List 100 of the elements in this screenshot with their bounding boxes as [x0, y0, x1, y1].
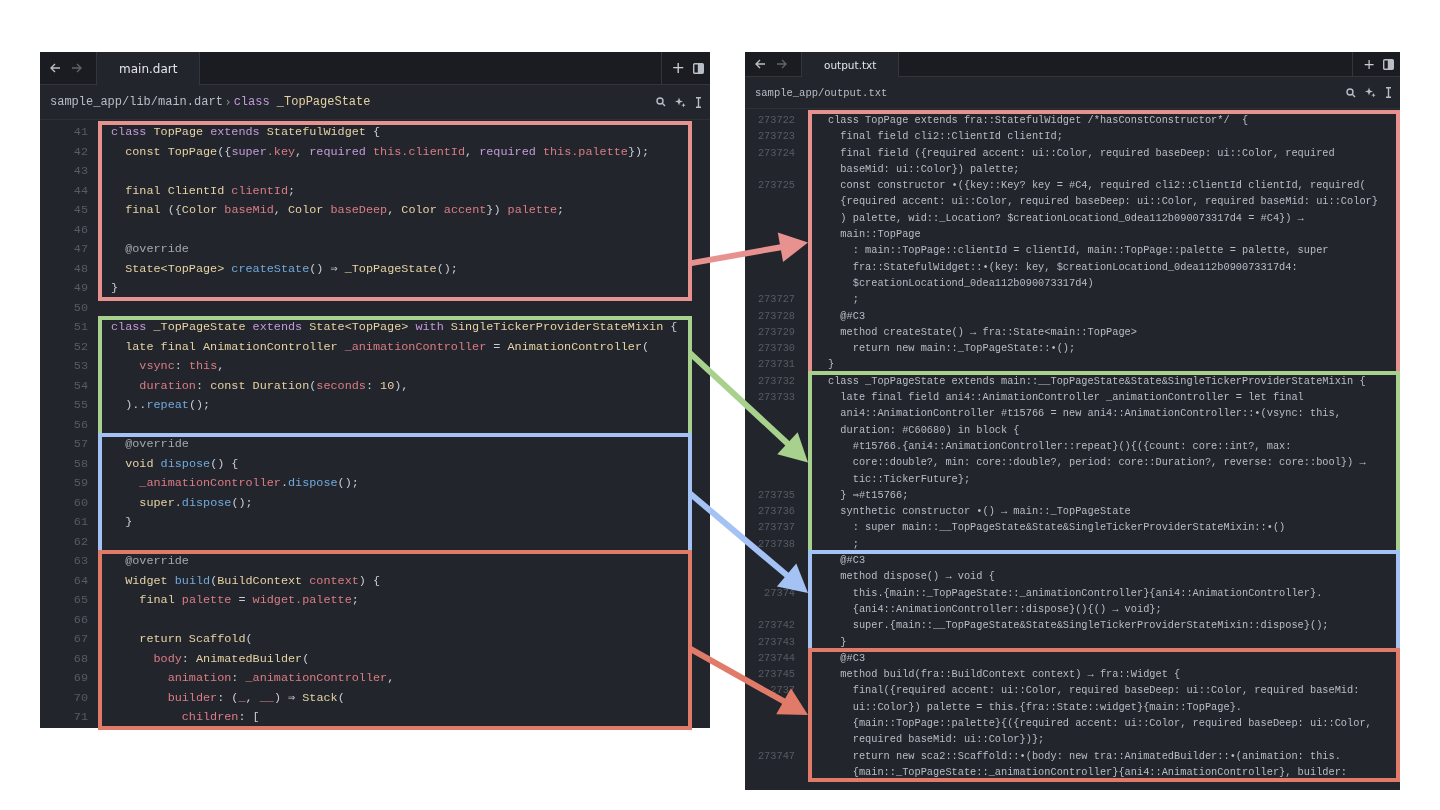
file-tab[interactable]: output.txt: [801, 52, 900, 77]
file-tab[interactable]: main.dart: [96, 52, 201, 85]
line-number: 42: [73, 143, 88, 161]
code-line: {main::_TopPageState::_animationController}{ani4::AnimationController}, builder:: [851, 764, 1349, 780]
code-line: ui::Color}) palette = this.{fra::State::widget}{main::TopPage}.: [851, 699, 1243, 715]
line-number: 273725: [757, 178, 795, 194]
forward-arrow-icon[interactable]: [71, 63, 82, 73]
code-line: method dispose() → void {: [839, 569, 996, 585]
line-number: 44: [73, 182, 88, 200]
line-number: 63: [73, 553, 88, 570]
code-line: body: AnimatedBuilder(: [152, 650, 311, 668]
line-number: 273729: [757, 324, 795, 340]
line-number: 273738: [757, 536, 795, 552]
line-number: 273724: [757, 145, 795, 161]
code-line: }: [828, 357, 836, 373]
line-number: 273730: [757, 341, 795, 357]
code-line: method createState() → fra::State<main::TopPage>: [839, 324, 1138, 340]
code-line: animation: _animationController,: [166, 670, 396, 687]
line-number: 53: [73, 358, 88, 375]
line-number: 52: [73, 338, 88, 356]
code-line: super.dispose();: [138, 494, 254, 512]
code-line: synthetic constructor •() → main::_TopPageState: [839, 504, 1132, 520]
line-number: 273733: [757, 390, 795, 406]
line-number: 27374: [764, 585, 795, 601]
text-cursor-icon[interactable]: [695, 96, 702, 108]
code-line: final field cli2::ClientId clientId;: [839, 129, 1064, 145]
line-number: 64: [73, 572, 88, 590]
code-line: @override: [124, 241, 190, 258]
breadcrumb-path[interactable]: sample_app/output.txt: [755, 86, 888, 99]
code-line: } ⇒#t15766;: [839, 487, 910, 503]
code-line: class TopPage extends StatefulWidget {: [111, 124, 382, 141]
code-line: fra::StatefulWidget::•(key: key, $creationLocationd_0dea112b090073317d4:: [851, 259, 1299, 275]
code-line: ;: [851, 536, 860, 552]
code-line: @#C3: [839, 308, 867, 324]
line-number: 60: [73, 494, 88, 512]
forward-arrow-icon[interactable]: [776, 59, 787, 69]
code-line: method build(fra::BuildContext context) → fra::Widget {: [839, 667, 1182, 683]
code-line: return Scaffold(: [138, 631, 254, 648]
line-number: 65: [73, 592, 88, 609]
code-line: void dispose() {: [124, 455, 240, 473]
new-tab-button[interactable]: +: [671, 60, 685, 76]
line-number: 273735: [757, 487, 795, 503]
code-line: final ClientId clientId;: [124, 182, 297, 200]
code-line: this.{main::_TopPageState::_animationController}{ani4::AnimationController}.: [851, 585, 1324, 601]
line-number: 58: [73, 455, 88, 473]
line-number: 46: [73, 221, 88, 239]
code-line: : main::TopPage::clientId = clientId, main::TopPage::palette = palette, super: [851, 243, 1330, 259]
code-line: class _TopPageState extends State<TopPage> with SingleTickerProviderStateMixin {: [111, 319, 679, 336]
new-tab-button[interactable]: +: [1363, 57, 1375, 71]
line-number: 59: [73, 475, 88, 492]
breadcrumb-separator: ›: [224, 95, 232, 109]
sparkle-icon[interactable]: [1365, 87, 1376, 98]
line-number: 48: [73, 260, 88, 278]
line-number: 273742: [757, 618, 795, 634]
code-line: ani4::AnimationController #t15766 = new ani4::AnimationController::•(vsync: this,: [839, 406, 1342, 422]
line-number: 43: [73, 163, 88, 180]
back-arrow-icon[interactable]: [755, 59, 766, 69]
code-line: const TopPage({super.key, required this.clientId, required this.palette});: [124, 143, 651, 161]
line-number: 55: [73, 397, 88, 414]
line-number: 273745: [757, 667, 795, 683]
split-view-icon[interactable]: [693, 62, 704, 74]
search-icon[interactable]: [1346, 87, 1356, 98]
back-arrow-icon[interactable]: [50, 63, 61, 73]
code-line: class _TopPageState extends main::__TopPageState&State&SingleTickerProviderStateMixin {: [828, 373, 1367, 389]
code-line: @#C3: [839, 553, 867, 568]
line-number: 61: [73, 514, 88, 531]
code-line: : super main::__TopPageState&State&SingleTickerProviderStateMixin::•(): [851, 520, 1287, 536]
code-line: $creationLocationd_0dea112b090073317d4): [851, 275, 1095, 291]
line-number: 273744: [757, 650, 795, 666]
line-number: 54: [73, 377, 88, 395]
code-line: @#C3: [839, 650, 867, 666]
line-number: 273727: [757, 292, 795, 308]
line-number: 273736: [757, 504, 795, 520]
code-line: late final AnimationController _animationController = AnimationController(: [124, 338, 651, 356]
split-view-icon[interactable]: [1383, 58, 1394, 70]
code-line: )..repeat();: [124, 397, 212, 414]
code-line: children: [: [180, 709, 261, 726]
line-number: 273737: [757, 520, 795, 536]
line-number: 56: [73, 416, 88, 434]
code-line: final({required accent: ui::Color, required baseDeep: ui::Color, required baseMid:: [851, 683, 1361, 699]
code-line: core::double?, min: core::double?, period: core::Duration?, reverse: core::bool}) →: [851, 455, 1367, 471]
search-icon[interactable]: [656, 97, 666, 107]
text-cursor-icon[interactable]: [1385, 87, 1392, 98]
sparkle-icon[interactable]: [675, 96, 686, 108]
code-line: Widget build(BuildContext context) {: [124, 572, 382, 590]
line-number: 66: [73, 611, 88, 629]
line-number: 69: [73, 670, 88, 687]
code-line: class TopPage extends fra::StatefulWidget /*hasConstConstructor*/ {: [828, 113, 1250, 128]
code-line: return new main::_TopPageState::•();: [851, 341, 1077, 357]
code-line: ;: [851, 292, 860, 308]
code-line: }: [839, 634, 848, 650]
code-line: ) palette, wid::_Location? $creationLocationd_0dea112b090073317d4 = #C4}) →: [839, 210, 1305, 226]
line-number: 45: [73, 202, 88, 219]
code-line: {ani4::AnimationController::dispose}(){() → void};: [851, 601, 1163, 617]
breadcrumb-path[interactable]: sample_app/lib/main.dart: [50, 95, 223, 109]
code-line: const constructor •({key::Key? key = #C4, required cli2::ClientId clientId, required(: [839, 178, 1367, 194]
code-line: #t15766.{ani4::AnimationController::repeat}(){({count: core::int?, max:: [851, 438, 1293, 454]
code-line: }: [111, 280, 120, 297]
code-line: late final field ani4::AnimationController _animationController = let final: [839, 390, 1305, 406]
breadcrumb-symbol[interactable]: class _TopPageState: [233, 95, 371, 109]
